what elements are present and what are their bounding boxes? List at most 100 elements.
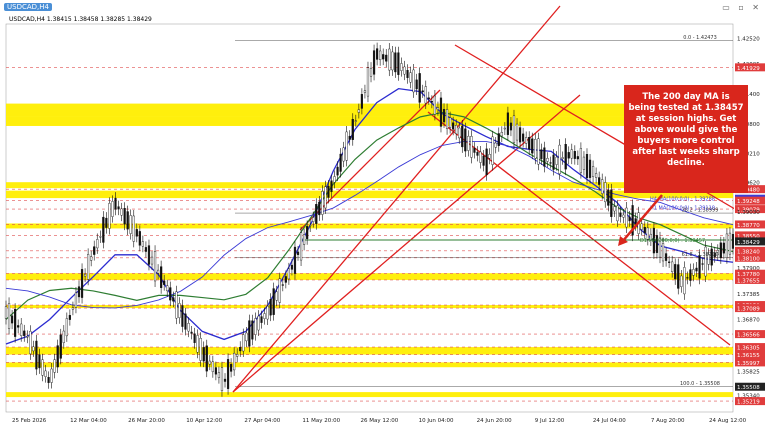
candle-body [14, 309, 17, 337]
price-label: 1.38429 [737, 240, 760, 246]
zone-band [6, 362, 733, 368]
price-label: 1.35825 [737, 369, 760, 375]
candle-body [7, 303, 11, 329]
candle-body [491, 136, 494, 165]
candle-body [181, 305, 184, 327]
price-chart[interactable]: 1.425201.420051.419291.414001.408001.402… [0, 0, 768, 431]
candle-body [99, 236, 102, 238]
candle-body [135, 229, 138, 237]
candle-body [366, 67, 370, 97]
candle-body [585, 154, 589, 179]
candle-body [272, 288, 275, 315]
candle-body [369, 67, 373, 77]
candle-body [561, 157, 564, 159]
candle-body [245, 332, 248, 342]
candle-body [546, 158, 549, 162]
candle-body [32, 346, 35, 352]
candle-body [266, 306, 269, 320]
candle-body [229, 363, 233, 372]
ma-label: H1 MA(100;0;0) : 1.39110 [650, 206, 715, 212]
candle-body [281, 284, 284, 286]
candle-body [327, 185, 330, 198]
candle-body [640, 223, 643, 230]
price-label: 1.37385 [737, 292, 760, 298]
candle-body [354, 120, 357, 122]
candle-body [412, 69, 415, 93]
candle-body [68, 315, 71, 320]
candle-body [610, 189, 613, 217]
candle-body [464, 128, 467, 152]
candle-body [522, 133, 525, 142]
candle-body [570, 149, 573, 159]
candle-body [391, 51, 394, 71]
candle-body [330, 180, 333, 192]
candle-body [695, 267, 698, 272]
candle-body [449, 117, 452, 128]
candle-body [512, 115, 516, 143]
candle-body [613, 206, 616, 212]
time-tick: 10 Jun 04:00 [419, 418, 454, 424]
price-label: 1.39248 [737, 199, 760, 205]
candle-body [345, 131, 348, 161]
candle-body [579, 148, 583, 173]
candle-body [233, 352, 236, 371]
candle-body [348, 135, 351, 140]
symbol-tab[interactable]: USDCAD,H4 [4, 3, 52, 11]
fib-label: 100.0 - 1.35508 [680, 381, 720, 387]
candle-body [509, 122, 513, 131]
candle-body [400, 63, 403, 71]
candle-body [397, 52, 400, 75]
candle-body [4, 306, 8, 319]
candle-body [114, 197, 117, 210]
candle-body [62, 330, 65, 343]
time-tick: 12 Mar 04:00 [70, 418, 107, 424]
candle-body [141, 241, 144, 247]
candle-body [50, 368, 53, 383]
candle-body [601, 179, 604, 194]
window-controls[interactable]: ▭ ▫ ✕ [722, 3, 762, 12]
candle-body [664, 253, 668, 261]
candle-body [184, 313, 187, 330]
candle-body [20, 323, 23, 336]
candle-body [59, 334, 62, 359]
candle-body [467, 135, 470, 151]
candle-body [528, 137, 531, 150]
candle-body [388, 48, 391, 71]
candle-body [588, 159, 592, 178]
zone-band [6, 347, 733, 355]
candle-body [442, 109, 446, 123]
candle-body [77, 286, 81, 298]
candle-body [242, 334, 245, 352]
candle-body [287, 268, 290, 280]
candle-body [461, 125, 464, 148]
fib-label: 61.8 - 1.38107 [682, 252, 719, 258]
candle-body [455, 125, 458, 134]
candle-body [479, 151, 482, 163]
candle-body [220, 367, 224, 391]
candle-body [582, 156, 586, 170]
candle-body [312, 217, 315, 222]
price-label: 1.37655 [737, 278, 760, 284]
price-label: 1.36566 [737, 333, 760, 339]
time-tick: 26 Mar 20:00 [128, 418, 165, 424]
candle-body [445, 109, 449, 129]
time-tick: 7 Aug 20:00 [651, 418, 685, 424]
candle-body [278, 278, 281, 303]
candle-body [275, 291, 278, 301]
candle-body [531, 138, 534, 154]
candle-body [187, 323, 190, 332]
candle-body [680, 275, 683, 287]
candle-body [558, 144, 561, 175]
candle-body [257, 315, 260, 331]
candle-body [342, 147, 345, 162]
candle-body [731, 234, 735, 249]
candle-body [540, 149, 543, 160]
candle-body [214, 367, 217, 375]
candle-body [518, 127, 522, 143]
candle-body [47, 377, 50, 383]
candle-body [677, 264, 680, 289]
candle-body [372, 50, 376, 75]
candle-body [38, 354, 41, 369]
candle-body [315, 204, 318, 224]
candle-body [336, 166, 339, 176]
